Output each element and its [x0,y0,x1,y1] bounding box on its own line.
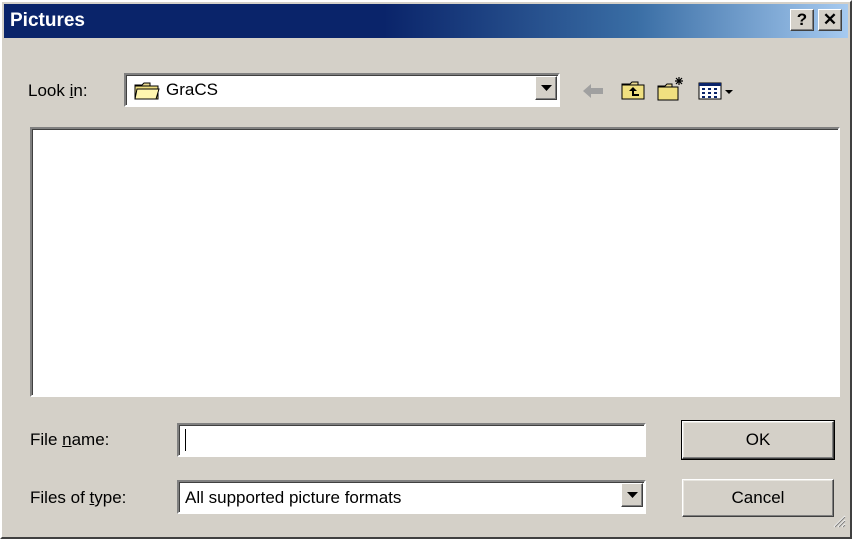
ok-button[interactable]: OK [681,420,835,460]
file-name-label-suffix: ame: [71,430,110,449]
look-in-label-suffix: n: [73,81,88,100]
file-type-value: All supported picture formats [185,488,402,507]
pictures-dialog: Pictures ? ✕ Look in: GraCS File name: F… [0,0,852,539]
dialog-title: Pictures [10,10,85,31]
file-type-label-suffix: ype: [94,488,127,507]
close-icon: ✕ [822,10,838,29]
look-in-value: GraCS [166,80,218,99]
back-arrow-icon[interactable] [581,82,607,105]
file-list[interactable] [30,127,840,397]
chevron-down-icon [627,492,638,498]
create-new-folder-icon[interactable] [656,76,686,107]
help-button[interactable]: ? [790,9,814,31]
title-bar[interactable]: Pictures ? ✕ [4,4,848,38]
resize-grip-icon[interactable] [832,514,846,533]
file-type-dropdown-button[interactable] [621,483,643,507]
file-type-combo[interactable]: All supported picture formats [177,480,646,514]
file-name-label-accel: n [62,430,72,449]
file-type-label: Files of type: [30,488,126,508]
help-icon: ? [796,10,808,29]
close-button[interactable]: ✕ [818,9,842,31]
look-in-dropdown-button[interactable] [535,76,557,100]
file-type-label-prefix: Files of [30,488,90,507]
up-one-level-icon[interactable] [620,79,648,106]
text-caret [185,429,186,451]
chevron-down-icon [541,85,552,91]
look-in-label: Look in: [28,81,88,101]
file-name-label-prefix: File [30,430,63,449]
folder-icon [134,81,160,106]
file-name-label: File name: [30,430,109,450]
look-in-combo[interactable]: GraCS [124,73,560,107]
view-menu-icon[interactable] [698,82,736,105]
look-in-label-prefix: Look [28,81,70,100]
cancel-button[interactable]: Cancel [682,479,834,517]
file-name-input[interactable] [177,423,646,457]
